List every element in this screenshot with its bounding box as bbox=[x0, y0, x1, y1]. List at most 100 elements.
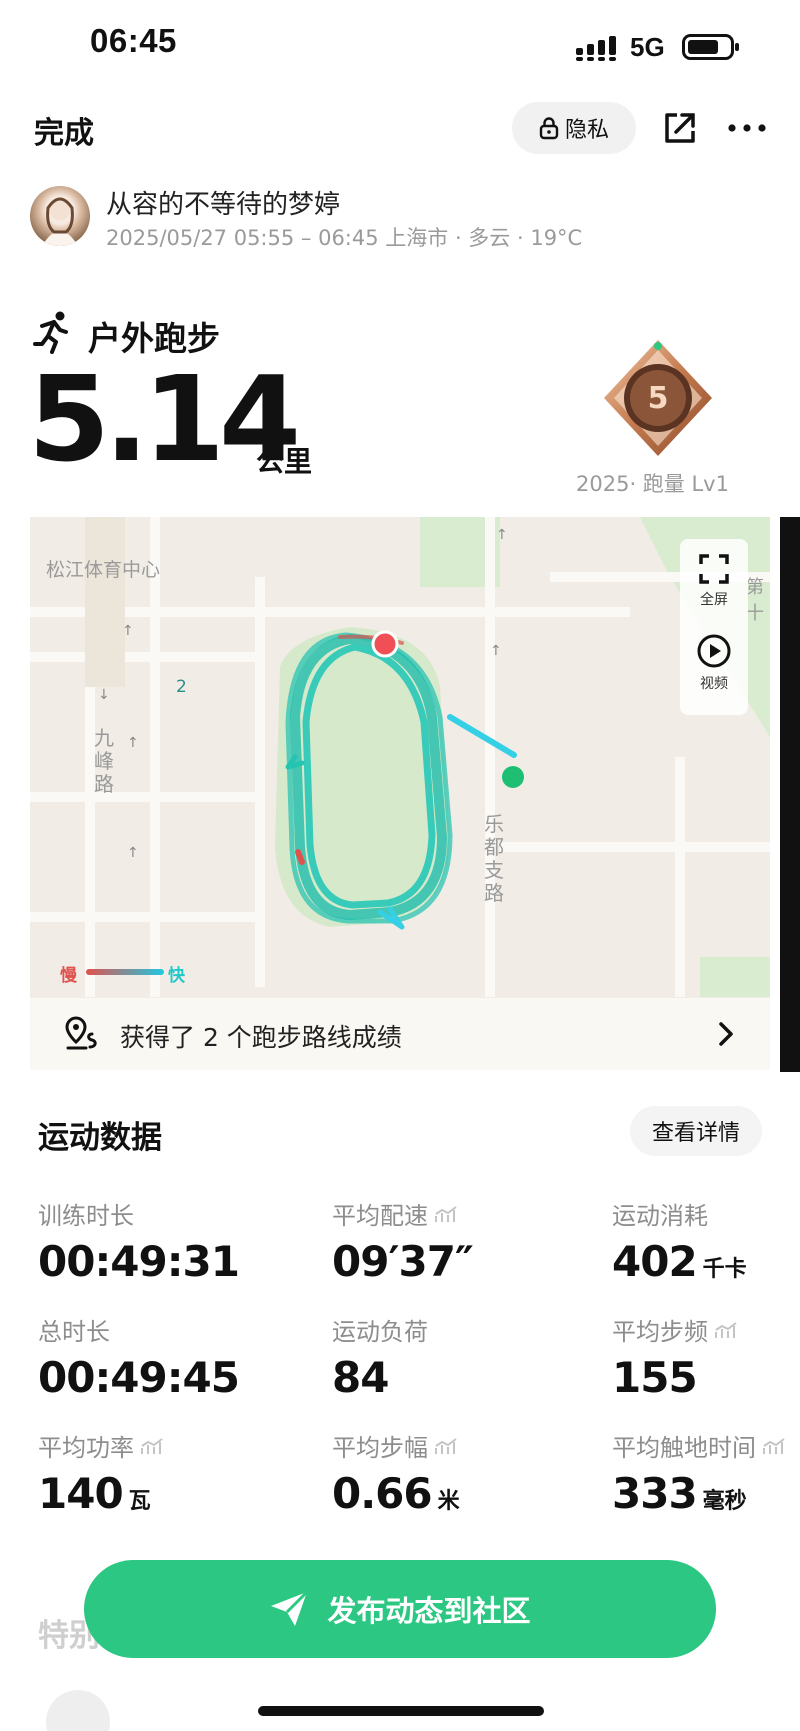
stat-label: 平均功率 bbox=[38, 1428, 164, 1463]
stat-item: 平均触地时间 333 毫秒 bbox=[612, 1428, 786, 1518]
send-icon bbox=[271, 1590, 309, 1626]
trend-icon[interactable] bbox=[762, 1437, 786, 1455]
stat-label-text: 平均步频 bbox=[612, 1318, 708, 1346]
svg-text:↑: ↑ bbox=[127, 845, 139, 861]
video-control[interactable]: 视频 bbox=[680, 633, 748, 693]
stat-value-text: 84 bbox=[332, 1353, 389, 1402]
stat-value: 0.66 米 bbox=[332, 1469, 460, 1518]
stat-label-text: 平均配速 bbox=[332, 1202, 428, 1230]
stat-value-text: 00:49:31 bbox=[38, 1237, 240, 1286]
stat-value-text: 09′37″ bbox=[332, 1237, 474, 1286]
stat-unit: 瓦 bbox=[128, 1489, 151, 1514]
stat-item: 运动消耗 402 千卡 bbox=[612, 1196, 747, 1286]
map-controls: 全屏 视频 bbox=[680, 539, 748, 715]
stat-value-text: 402 bbox=[612, 1237, 698, 1286]
svg-text:↑: ↑ bbox=[496, 527, 508, 543]
trend-icon[interactable] bbox=[434, 1437, 458, 1455]
stat-label: 运动负荷 bbox=[332, 1312, 428, 1347]
svg-text:↑: ↑ bbox=[122, 623, 134, 639]
svg-text:↑: ↑ bbox=[127, 735, 139, 751]
speed-legend-bar bbox=[86, 969, 164, 975]
video-label: 视频 bbox=[700, 676, 728, 692]
stat-item: 运动负荷 84 bbox=[332, 1312, 428, 1402]
stat-label-text: 平均触地时间 bbox=[612, 1434, 756, 1462]
publish-to-community-button[interactable]: 发布动态到社区 bbox=[84, 1560, 716, 1658]
stat-value-text: 00:49:45 bbox=[38, 1353, 240, 1402]
stat-label-text: 平均步幅 bbox=[332, 1434, 428, 1462]
stat-label: 总时长 bbox=[38, 1312, 239, 1347]
done-button[interactable]: 完成 bbox=[34, 108, 94, 152]
stat-unit: 米 bbox=[437, 1489, 460, 1514]
user-name[interactable]: 从容的不等待的梦婷 bbox=[106, 184, 340, 221]
more-icon[interactable] bbox=[726, 112, 768, 144]
stat-label: 平均配速 bbox=[332, 1196, 473, 1231]
stat-value-text: 333 bbox=[612, 1469, 698, 1518]
stat-value: 00:49:31 bbox=[38, 1237, 240, 1286]
stat-value-text: 0.66 bbox=[332, 1469, 433, 1518]
svg-text:↓: ↓ bbox=[98, 687, 110, 703]
stat-item: 训练时长 00:49:31 bbox=[38, 1196, 240, 1286]
stat-label-text: 总时长 bbox=[38, 1318, 110, 1346]
stat-value: 09′37″ bbox=[332, 1237, 474, 1286]
svg-text:↑: ↑ bbox=[490, 643, 502, 659]
stat-label-text: 训练时长 bbox=[38, 1202, 134, 1230]
trend-icon[interactable] bbox=[434, 1205, 458, 1223]
stat-label: 训练时长 bbox=[38, 1196, 239, 1231]
battery-icon bbox=[682, 34, 739, 60]
stat-label: 平均触地时间 bbox=[612, 1428, 786, 1463]
stat-label-text: 平均功率 bbox=[38, 1434, 134, 1462]
chevron-right-icon bbox=[719, 1022, 733, 1046]
map-base: ↑ ↑ ↑ ↑ ↑ ↓ bbox=[30, 517, 770, 997]
map-road-right-label: 乐都支路 bbox=[484, 812, 504, 905]
stat-unit: 毫秒 bbox=[702, 1489, 747, 1514]
stat-value: 333 毫秒 bbox=[612, 1469, 786, 1518]
stat-unit: 千卡 bbox=[702, 1257, 747, 1282]
legend-fast: 快 bbox=[168, 966, 185, 986]
status-time: 06:45 bbox=[90, 22, 177, 59]
route-achievement-text: 获得了 2 个跑步路线成绩 bbox=[120, 1023, 402, 1052]
adjacent-card-edge bbox=[780, 517, 800, 1072]
trend-icon[interactable] bbox=[140, 1437, 164, 1455]
fullscreen-label: 全屏 bbox=[700, 592, 728, 608]
stat-item: 平均步幅 0.66 米 bbox=[332, 1428, 460, 1518]
lock-icon bbox=[539, 117, 559, 140]
stat-item: 平均功率 140 瓦 bbox=[38, 1428, 164, 1518]
stat-value-text: 155 bbox=[612, 1353, 698, 1402]
privacy-button[interactable]: 隐私 bbox=[512, 102, 636, 154]
play-icon bbox=[697, 634, 731, 668]
medal-icon[interactable]: 5 bbox=[598, 336, 718, 462]
map-number-label: 2 bbox=[176, 677, 187, 697]
stat-label: 平均步频 bbox=[612, 1312, 738, 1347]
route-icon bbox=[65, 1016, 97, 1050]
stat-label-text: 运动负荷 bbox=[332, 1318, 428, 1346]
distance-unit: 公里 bbox=[256, 445, 313, 478]
route-achievement-banner[interactable]: 获得了 2 个跑步路线成绩 bbox=[30, 998, 770, 1070]
activity-meta: 2025/05/27 05:55 – 06:45 上海市 · 多云 · 19°C bbox=[106, 226, 583, 250]
stat-item: 平均步频 155 bbox=[612, 1312, 738, 1402]
map-road-left-label: 九峰路 bbox=[94, 726, 114, 796]
running-icon bbox=[33, 311, 68, 354]
route-map[interactable]: ↑ ↑ ↑ ↑ ↑ ↓ 松江体育中心 2 九峰路 乐都支路 第十 全屏 视频 慢… bbox=[30, 517, 770, 1070]
stats-title: 运动数据 bbox=[38, 1120, 162, 1156]
publish-label: 发布动态到社区 bbox=[327, 1594, 531, 1628]
share-icon[interactable] bbox=[662, 110, 698, 146]
stat-label-text: 运动消耗 bbox=[612, 1202, 708, 1230]
view-details-button[interactable]: 查看详情 bbox=[630, 1106, 762, 1156]
home-indicator bbox=[258, 1706, 544, 1716]
stat-value: 155 bbox=[612, 1353, 738, 1402]
map-edge-label: 第十 bbox=[746, 577, 764, 624]
fullscreen-control[interactable]: 全屏 bbox=[680, 553, 748, 609]
faded-avatar bbox=[46, 1690, 110, 1731]
network-indicator: 5G bbox=[630, 32, 665, 62]
signal-icon bbox=[576, 36, 616, 61]
fullscreen-icon bbox=[699, 554, 729, 584]
stat-value: 84 bbox=[332, 1353, 428, 1402]
stat-value: 140 瓦 bbox=[38, 1469, 164, 1518]
stat-value: 402 千卡 bbox=[612, 1237, 747, 1286]
stat-value: 00:49:45 bbox=[38, 1353, 240, 1402]
trend-icon[interactable] bbox=[714, 1321, 738, 1339]
stat-item: 总时长 00:49:45 bbox=[38, 1312, 240, 1402]
legend-slow: 慢 bbox=[60, 966, 77, 986]
avatar[interactable] bbox=[30, 186, 90, 246]
map-place-label: 松江体育中心 bbox=[46, 559, 161, 581]
